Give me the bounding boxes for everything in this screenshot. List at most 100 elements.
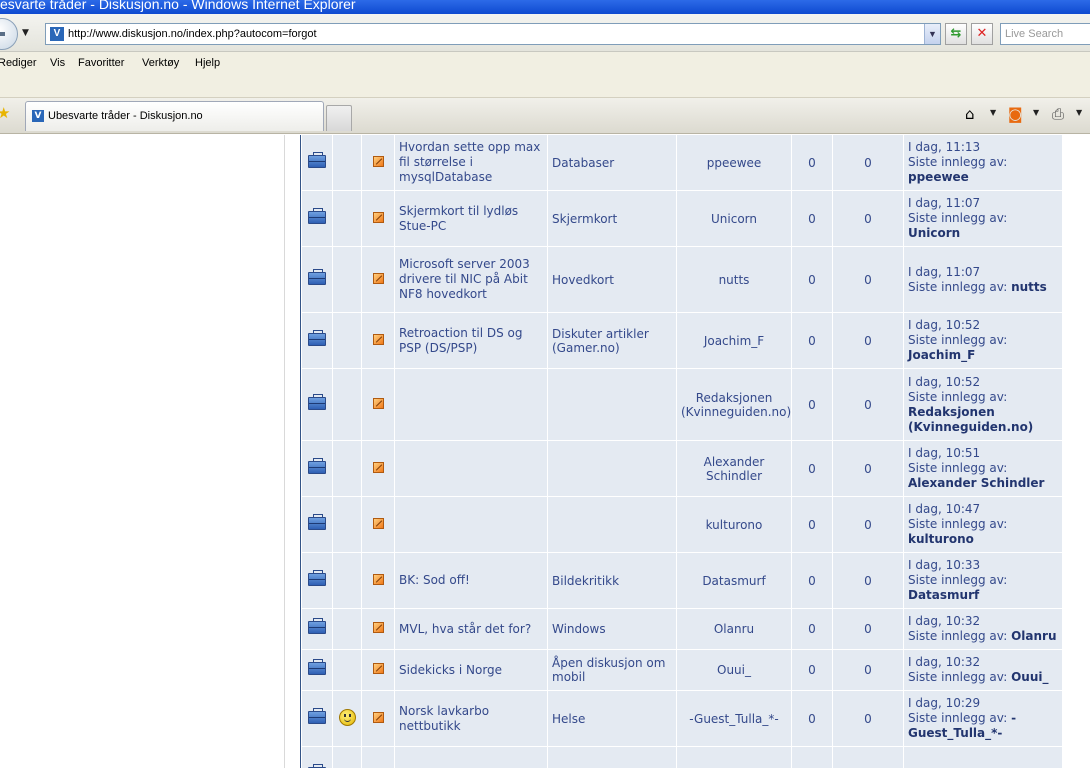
thread-replies-count[interactable]: 0: [808, 273, 816, 287]
last-post-time[interactable]: I dag, 10:51: [908, 446, 1058, 461]
thread-forum-link[interactable]: Windows: [552, 622, 606, 636]
thread-title-link[interactable]: MVL, hva står det for?: [399, 622, 531, 636]
thread-starter-link[interactable]: Redaksjonen (Kvinneguiden.no): [681, 391, 791, 419]
new-post-icon[interactable]: [372, 155, 384, 167]
thread-replies-count[interactable]: 0: [808, 518, 816, 532]
thread-starter-link[interactable]: kulturono: [706, 518, 763, 532]
last-post-time[interactable]: I dag, 10:52: [908, 375, 1058, 390]
thread-title-link[interactable]: Skjermkort til lydløs Stue-PC: [399, 204, 518, 233]
thread-row: Skjermkort til lydløs Stue-PC Skjermkort U…: [302, 191, 1062, 247]
thread-title-link[interactable]: BK: Sod off!: [399, 573, 470, 587]
folder-icon: [308, 659, 326, 675]
last-post-user-link[interactable]: Unicorn: [908, 226, 960, 240]
smiley-icon: [338, 708, 356, 726]
thread-last-post-cell: I dag, 11:07 Siste innlegg av: Unicorn: [904, 191, 1062, 247]
thread-replies-count[interactable]: 0: [808, 398, 816, 412]
new-post-icon[interactable]: [372, 397, 384, 409]
stop-button[interactable]: ✕: [971, 23, 993, 45]
thread-forum-link[interactable]: Hovedkort: [552, 273, 614, 287]
last-post-user-link[interactable]: kulturono: [908, 532, 974, 546]
rss-feed-icon[interactable]: ◙: [1008, 105, 1023, 123]
nav-history-dropdown-icon[interactable]: ▼: [22, 28, 29, 38]
menu-item-edit[interactable]: Rediger: [0, 57, 37, 69]
last-post-time[interactable]: I dag, 11:07: [908, 265, 1058, 280]
thread-forum-link[interactable]: Åpen diskusjon om mobil: [552, 656, 665, 684]
home-dropdown-icon[interactable]: ▼: [990, 108, 996, 117]
tab-active[interactable]: V Ubesvarte tråder - Diskusjon.no: [25, 101, 324, 131]
thread-starter-link[interactable]: Unicorn: [711, 212, 757, 226]
new-post-icon[interactable]: [372, 663, 384, 674]
thread-title-link[interactable]: Norsk lavkarbo nettbutikk: [399, 704, 489, 733]
thread-forum-link[interactable]: Helse: [552, 712, 585, 726]
new-post-icon[interactable]: [372, 333, 384, 345]
thread-replies-count[interactable]: 0: [808, 712, 816, 726]
thread-starter-link[interactable]: Alexander Schindler: [704, 455, 765, 483]
thread-title-link[interactable]: Retroaction til DS og PSP (DS/PSP): [399, 326, 522, 355]
new-tab-button[interactable]: [326, 105, 352, 131]
print-icon[interactable]: ⎙: [1052, 105, 1064, 123]
thread-replies-count[interactable]: 0: [808, 334, 816, 348]
thread-starter-link[interactable]: -Guest_Tulla_*-: [689, 712, 778, 726]
last-post-time[interactable]: I dag, 11:07: [908, 196, 1058, 211]
last-post-user-link[interactable]: Alexander Schindler: [908, 476, 1044, 490]
last-post-user-link[interactable]: Datasmurf: [908, 588, 979, 602]
new-post-icon[interactable]: [372, 272, 384, 284]
print-dropdown-icon[interactable]: ▼: [1076, 108, 1082, 117]
thread-forum-link[interactable]: Diskuter artikler (Gamer.no): [552, 327, 649, 355]
last-post-time[interactable]: I dag, 10:47: [908, 502, 1058, 517]
thread-starter-link[interactable]: Olanru: [714, 622, 754, 636]
last-post-time[interactable]: I dag, 10:32: [908, 614, 1058, 629]
thread-forum-link[interactable]: Bildekritikk: [552, 574, 619, 588]
home-icon[interactable]: ⌂: [965, 105, 975, 123]
thread-title-link[interactable]: Hvordan sette opp max fil størrelse i my…: [399, 140, 540, 184]
address-input[interactable]: V http://www.diskusjon.no/index.php?auto…: [45, 23, 941, 45]
last-post-time[interactable]: I dag, 11:13: [908, 140, 1058, 155]
last-post-user-link[interactable]: ppeewee: [908, 170, 969, 184]
thread-starter-link[interactable]: nutts: [719, 273, 750, 287]
new-post-icon[interactable]: [372, 211, 384, 223]
thread-replies-count[interactable]: 0: [808, 574, 816, 588]
last-post-label: Siste innlegg av:: [908, 279, 1008, 294]
favorites-star-icon[interactable]: ★: [0, 104, 10, 122]
thread-title-cell: [395, 369, 547, 441]
back-button[interactable]: [0, 18, 18, 50]
rss-dropdown-icon[interactable]: ▼: [1033, 108, 1039, 117]
menu-item-tools[interactable]: Verktøy: [142, 57, 179, 69]
thread-replies-cell: 0: [792, 650, 832, 691]
thread-replies-count[interactable]: 0: [808, 622, 816, 636]
last-post-time[interactable]: I dag, 10:52: [908, 318, 1058, 333]
thread-views-count: 0: [864, 397, 872, 412]
last-post-user-link[interactable]: Olanru: [1011, 629, 1056, 643]
last-post-user-link[interactable]: Redaksjonen (Kvinneguiden.no): [908, 405, 1033, 434]
menu-item-help[interactable]: Hjelp: [195, 57, 220, 69]
menu-item-favorites[interactable]: Favoritter: [78, 57, 124, 69]
thread-starter-link[interactable]: Ouui_: [717, 663, 751, 677]
last-post-user-link[interactable]: Joachim_F: [908, 348, 975, 362]
thread-replies-count[interactable]: 0: [808, 663, 816, 677]
last-post-time[interactable]: I dag, 10:32: [908, 655, 1058, 670]
thread-replies-count[interactable]: 0: [808, 156, 816, 170]
thread-starter-link[interactable]: Datasmurf: [702, 574, 765, 588]
last-post-time[interactable]: I dag, 10:33: [908, 558, 1058, 573]
thread-title-link[interactable]: Sidekicks i Norge: [399, 663, 502, 677]
refresh-button[interactable]: ⇆: [945, 23, 967, 45]
last-post-user-link[interactable]: nutts: [1011, 280, 1047, 294]
new-post-icon[interactable]: [372, 622, 384, 633]
new-post-icon[interactable]: [372, 517, 384, 529]
thread-starter-link[interactable]: Joachim_F: [704, 334, 764, 348]
live-search-input[interactable]: Live Search: [1000, 23, 1090, 45]
menu-item-view[interactable]: Vis: [50, 57, 65, 69]
thread-replies-count[interactable]: 0: [808, 212, 816, 226]
new-post-icon[interactable]: [372, 711, 384, 723]
last-post-user-link[interactable]: Ouui_: [1011, 670, 1048, 684]
thread-forum-link[interactable]: Databaser: [552, 156, 614, 170]
thread-replies-count[interactable]: 0: [808, 462, 816, 476]
thread-starter-link[interactable]: ppeewee: [707, 156, 762, 170]
address-dropdown-icon[interactable]: ▼: [924, 24, 940, 44]
last-post-time[interactable]: I dag, 10:29: [908, 696, 1058, 711]
new-post-icon[interactable]: [372, 573, 384, 585]
thread-starter-cell: Datasmurf: [677, 553, 791, 609]
thread-forum-link[interactable]: Skjermkort: [552, 212, 617, 226]
new-post-icon[interactable]: [372, 461, 384, 473]
thread-title-link[interactable]: Microsoft server 2003 drivere til NIC på…: [399, 257, 530, 301]
